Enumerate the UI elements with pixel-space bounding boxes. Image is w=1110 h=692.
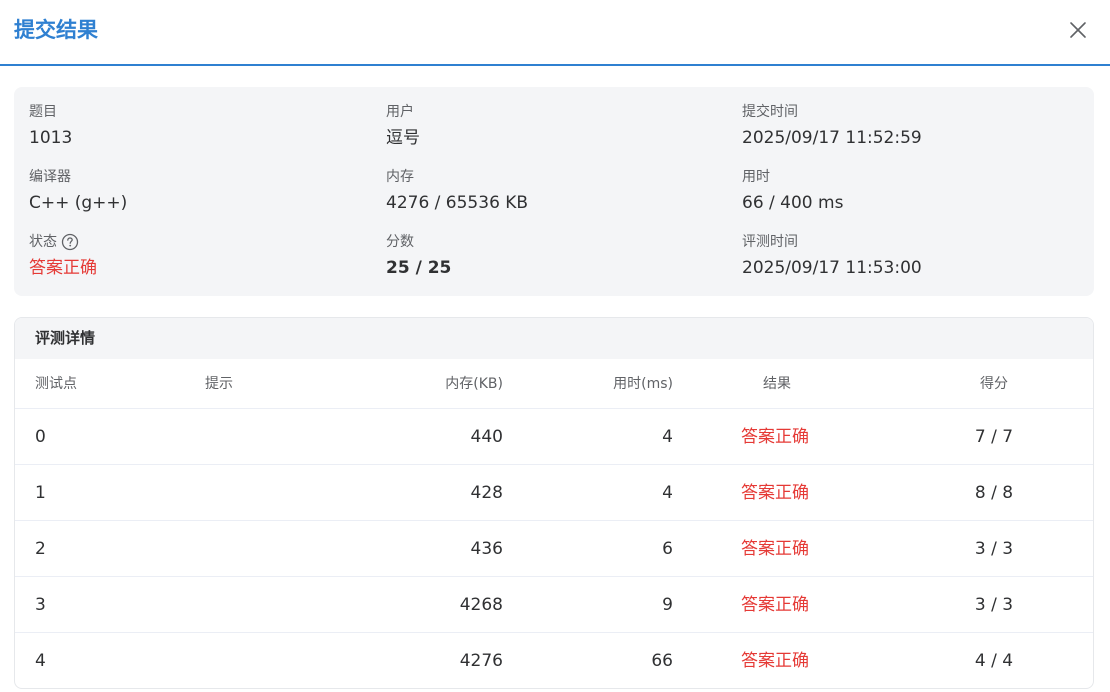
memory-label: 内存 <box>386 169 414 185</box>
cell-case: 2 <box>35 539 46 559</box>
memory-value: 4276 / 65536 KB <box>386 193 529 213</box>
field-score: 分数 25 / 25 <box>386 232 451 280</box>
compiler-label: 编译器 <box>29 169 71 185</box>
cell-score: 4 / 4 <box>974 651 1014 671</box>
field-problem: 题目 1013 <box>29 102 72 150</box>
cell-memory: 440 <box>470 427 503 447</box>
problem-label: 题目 <box>29 104 57 120</box>
cell-result: 答案正确 <box>741 427 809 447</box>
score-value: 25 / 25 <box>386 258 452 278</box>
column-header-result: 结果 <box>763 376 791 392</box>
judge-time-label: 评测时间 <box>742 234 798 250</box>
column-header-score: 得分 <box>980 376 1008 392</box>
table-row: 2 436 6 答案正确 3 / 3 <box>15 521 1093 577</box>
compiler-value: C++ (g++) <box>29 193 128 213</box>
cell-memory: 436 <box>470 539 503 559</box>
close-button[interactable] <box>1066 18 1090 42</box>
cell-score: 8 / 8 <box>974 483 1014 503</box>
cell-time: 6 <box>662 539 673 559</box>
submit-time-label: 提交时间 <box>742 104 798 120</box>
column-header-case: 测试点 <box>35 376 77 392</box>
cell-case: 1 <box>35 483 46 503</box>
field-compiler: 编译器 C++ (g++) <box>29 167 127 215</box>
column-header-hint: 提示 <box>205 376 233 392</box>
column-header-memory: 内存(KB) <box>445 376 503 392</box>
field-memory: 内存 4276 / 65536 KB <box>386 167 528 215</box>
status-value: 答案正确 <box>29 258 97 278</box>
details-title: 评测详情 <box>15 318 1093 359</box>
cell-case: 0 <box>35 427 46 447</box>
score-label: 分数 <box>386 234 414 250</box>
field-time: 用时 66 / 400 ms <box>742 167 843 215</box>
user-label: 用户 <box>386 104 414 120</box>
cell-case: 3 <box>35 595 46 615</box>
field-judge-time: 评测时间 2025/09/17 11:53:00 <box>742 232 922 280</box>
table-row: 4 4276 66 答案正确 4 / 4 <box>15 633 1093 688</box>
problem-value: 1013 <box>29 128 73 148</box>
judge-details-card: 评测详情 测试点 提示 内存(KB) 用时(ms) 结果 得分 0 440 4 … <box>14 317 1094 689</box>
submission-info-card: 题目 1013 用户 逗号 提交时间 2025/09/17 11:52:59 编… <box>14 87 1094 296</box>
cell-time: 4 <box>662 427 673 447</box>
cell-score: 3 / 3 <box>974 539 1014 559</box>
field-status: 状态 答案正确 <box>29 232 97 280</box>
user-value: 逗号 <box>386 128 420 148</box>
table-row: 0 440 4 答案正确 7 / 7 <box>15 409 1093 465</box>
time-label: 用时 <box>742 169 770 185</box>
table-header: 测试点 提示 内存(KB) 用时(ms) 结果 得分 <box>15 359 1093 409</box>
field-submit-time: 提交时间 2025/09/17 11:52:59 <box>742 102 922 150</box>
status-label-row: 状态 <box>29 232 97 252</box>
table-row: 1 428 4 答案正确 8 / 8 <box>15 465 1093 521</box>
close-icon <box>1070 22 1086 38</box>
status-label: 状态 <box>29 234 57 250</box>
cell-time: 66 <box>651 651 673 671</box>
time-value: 66 / 400 ms <box>742 193 844 213</box>
cell-score: 7 / 7 <box>974 427 1014 447</box>
cell-score: 3 / 3 <box>974 595 1014 615</box>
cell-result: 答案正确 <box>741 651 809 671</box>
cell-memory: 428 <box>470 483 503 503</box>
cell-memory: 4276 <box>459 651 503 671</box>
column-header-time: 用时(ms) <box>613 376 673 392</box>
cell-time: 9 <box>662 595 673 615</box>
cell-result: 答案正确 <box>741 483 809 503</box>
question-circle-icon[interactable] <box>61 233 79 251</box>
cell-result: 答案正确 <box>741 539 809 559</box>
cell-memory: 4268 <box>459 595 503 615</box>
field-user: 用户 逗号 <box>386 102 420 150</box>
table-row: 3 4268 9 答案正确 3 / 3 <box>15 577 1093 633</box>
judge-time-value: 2025/09/17 11:53:00 <box>742 258 922 278</box>
cell-time: 4 <box>662 483 673 503</box>
dialog-header: 提交结果 <box>0 0 1110 66</box>
submit-time-value: 2025/09/17 11:52:59 <box>742 128 922 148</box>
cell-result: 答案正确 <box>741 595 809 615</box>
dialog-title: 提交结果 <box>14 18 98 42</box>
cell-case: 4 <box>35 651 46 671</box>
